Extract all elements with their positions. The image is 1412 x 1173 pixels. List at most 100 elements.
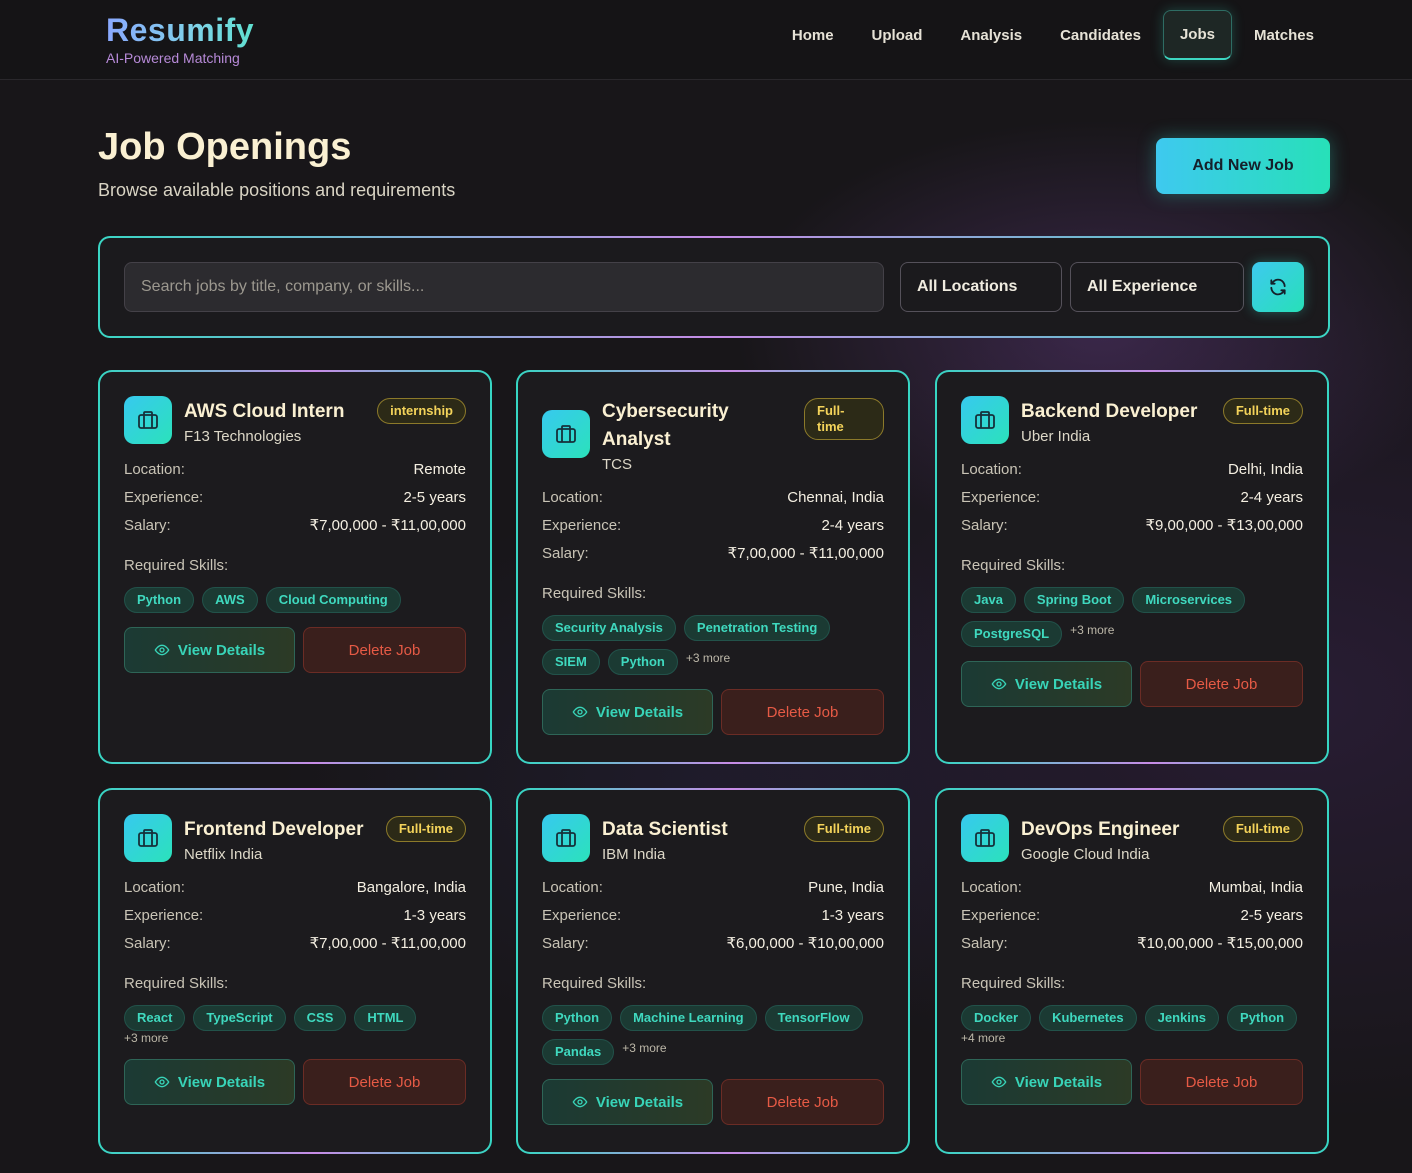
salary-label: Salary: <box>124 934 171 952</box>
experience-row: Experience: 1-3 years <box>542 901 884 929</box>
skills-list: Python Machine Learning TensorFlow Pandas +3… <box>542 1005 884 1065</box>
eye-icon <box>154 1076 170 1088</box>
page-subtitle: Browse available positions and requireme… <box>98 180 456 200</box>
location-value: Bangalore, India <box>356 878 466 896</box>
job-type-badge: Full-time <box>385 816 466 842</box>
job-actions: View Details Delete Job <box>961 661 1303 707</box>
skill-chip: Penetration Testing <box>683 615 831 641</box>
skill-chip: Docker <box>961 1005 1032 1031</box>
salary-value: ₹7,00,000 - ₹11,00,000 <box>309 935 466 952</box>
location-row: Location: Pune, India <box>542 873 884 901</box>
add-new-job-button[interactable]: Add New Job <box>1156 138 1330 194</box>
job-card-body: Data Scientist IBM India Full-time Locat… <box>518 790 908 1152</box>
skill-chip: Machine Learning <box>620 1005 757 1031</box>
salary-value: ₹6,00,000 - ₹10,00,000 <box>726 935 884 952</box>
location-row: Location: Remote <box>124 455 466 483</box>
skills-label: Required Skills: <box>961 974 1066 992</box>
skills-label: Required Skills: <box>961 556 1066 574</box>
delete-job-button[interactable]: Delete Job <box>303 1059 466 1105</box>
delete-job-label: Delete Job <box>348 641 421 659</box>
job-company: F13 Technologies <box>184 428 302 445</box>
salary-value: ₹7,00,000 - ₹11,00,000 <box>309 517 466 534</box>
experience-value: 2-4 years <box>1240 488 1303 506</box>
location-value: Mumbai, India <box>1208 878 1303 896</box>
nav-analysis[interactable]: Analysis <box>944 10 1038 60</box>
view-details-button[interactable]: View Details <box>542 1079 713 1125</box>
skills-list: Security Analysis Penetration Testing SIEM… <box>542 615 884 675</box>
location-value: Delhi, India <box>1227 460 1303 478</box>
experience-value: 2-5 years <box>1240 906 1303 924</box>
skill-chip: TypeScript <box>193 1005 286 1031</box>
job-company: Netflix India <box>184 846 263 863</box>
view-details-button[interactable]: View Details <box>124 1059 295 1105</box>
filter-bar: All Locations All Experience <box>98 236 1330 338</box>
salary-label: Salary: <box>961 516 1008 534</box>
job-card-body: DevOps Engineer Google Cloud India Full-… <box>937 790 1327 1152</box>
skill-chip: React <box>124 1005 186 1031</box>
briefcase-icon <box>124 396 172 444</box>
nav-upload[interactable]: Upload <box>856 10 939 60</box>
experience-label: Experience: <box>124 906 204 924</box>
brand[interactable]: Resumify AI-Powered Matching <box>106 12 254 66</box>
skills-label: Required Skills: <box>542 584 647 602</box>
skill-chip: Jenkins <box>1144 1005 1220 1031</box>
delete-job-button[interactable]: Delete Job <box>303 627 466 673</box>
job-card: Backend Developer Uber India Full-time L… <box>935 370 1329 764</box>
delete-job-button[interactable]: Delete Job <box>721 689 884 735</box>
delete-job-button[interactable]: Delete Job <box>1140 1059 1303 1105</box>
location-row: Location: Mumbai, India <box>961 873 1303 901</box>
experience-row: Experience: 2-5 years <box>124 483 466 511</box>
delete-job-label: Delete Job <box>766 703 839 721</box>
view-details-button[interactable]: View Details <box>961 661 1132 707</box>
nav-matches[interactable]: Matches <box>1238 10 1330 60</box>
view-details-button[interactable]: View Details <box>124 627 295 673</box>
brand-tagline: AI-Powered Matching <box>106 50 240 66</box>
location-select[interactable]: All Locations <box>900 262 1062 312</box>
job-card: Cybersecurity Analyst TCS Full-time Loca… <box>516 370 910 764</box>
job-actions: View Details Delete Job <box>542 689 884 735</box>
briefcase-icon <box>542 410 590 458</box>
salary-value: ₹9,00,000 - ₹13,00,000 <box>1145 517 1303 534</box>
experience-row: Experience: 1-3 years <box>124 901 466 929</box>
salary-row: Salary: ₹6,00,000 - ₹10,00,000 <box>542 929 884 957</box>
job-card-header: Backend Developer Uber India Full-time <box>961 396 1303 445</box>
view-details-button[interactable]: View Details <box>961 1059 1132 1105</box>
eye-icon <box>572 1096 588 1108</box>
briefcase-icon <box>542 814 590 862</box>
job-card-body: Backend Developer Uber India Full-time L… <box>937 372 1327 762</box>
job-company: TCS <box>602 456 632 473</box>
delete-job-button[interactable]: Delete Job <box>1140 661 1303 707</box>
filter-bar-inner: All Locations All Experience <box>100 238 1328 336</box>
location-label: Location: <box>961 460 1022 478</box>
brand-logo: Resumify <box>106 12 255 48</box>
experience-label: Experience: <box>961 906 1041 924</box>
skill-chip: AWS <box>202 587 258 613</box>
skill-chip: Java <box>961 587 1016 613</box>
refresh-button[interactable] <box>1252 262 1304 312</box>
salary-row: Salary: ₹10,00,000 - ₹15,00,000 <box>961 929 1303 957</box>
job-actions: View Details Delete Job <box>124 1059 466 1105</box>
more-skills-count: +3 more <box>124 1031 169 1045</box>
location-row: Location: Bangalore, India <box>124 873 466 901</box>
salary-row: Salary: ₹7,00,000 - ₹11,00,000 <box>542 539 884 567</box>
navbar: Resumify AI-Powered Matching Home Upload… <box>0 0 1412 80</box>
view-details-button[interactable]: View Details <box>542 689 713 735</box>
eye-icon <box>154 644 170 656</box>
job-search-input[interactable] <box>124 262 884 312</box>
job-card-header: Frontend Developer Netflix India Full-ti… <box>124 814 466 863</box>
briefcase-icon <box>961 396 1009 444</box>
skill-chip: Kubernetes <box>1039 1005 1137 1031</box>
delete-job-button[interactable]: Delete Job <box>721 1079 884 1125</box>
job-card-header: Cybersecurity Analyst TCS Full-time <box>542 396 884 473</box>
nav-jobs[interactable]: Jobs <box>1162 10 1232 60</box>
experience-select[interactable]: All Experience <box>1070 262 1244 312</box>
nav-home[interactable]: Home <box>776 10 850 60</box>
page-title: Job Openings <box>98 126 352 168</box>
job-details: Location: Remote Experience: 2-5 years S… <box>124 455 466 539</box>
experience-row: Experience: 2-4 years <box>542 511 884 539</box>
nav-candidates[interactable]: Candidates <box>1044 10 1157 60</box>
job-title: Backend Developer <box>1021 401 1198 422</box>
job-details: Location: Delhi, India Experience: 2-4 y… <box>961 455 1303 539</box>
experience-value: 1-3 years <box>821 906 884 924</box>
location-value: Chennai, India <box>787 488 884 506</box>
